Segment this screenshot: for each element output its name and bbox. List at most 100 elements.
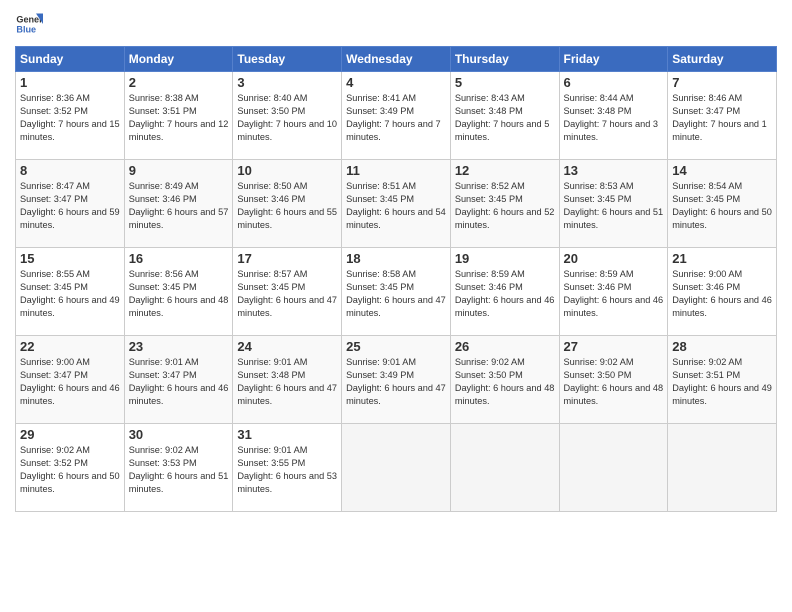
daylight-label: Daylight: 7 hours and 10 minutes. [237,119,337,142]
calendar-cell [668,424,777,512]
calendar-cell: 23 Sunrise: 9:01 AM Sunset: 3:47 PM Dayl… [124,336,233,424]
day-info: Sunrise: 9:02 AM Sunset: 3:50 PM Dayligh… [564,356,664,408]
sunrise-label: Sunrise: 9:01 AM [237,357,307,367]
day-info: Sunrise: 9:02 AM Sunset: 3:50 PM Dayligh… [455,356,555,408]
sunset-label: Sunset: 3:46 PM [129,194,197,204]
sunrise-label: Sunrise: 8:50 AM [237,181,307,191]
day-info: Sunrise: 8:50 AM Sunset: 3:46 PM Dayligh… [237,180,337,232]
day-info: Sunrise: 8:53 AM Sunset: 3:45 PM Dayligh… [564,180,664,232]
daylight-label: Daylight: 6 hours and 47 minutes. [346,383,446,406]
logo-icon: General Blue [15,10,43,38]
column-header-sunday: Sunday [16,47,125,72]
calendar-cell: 5 Sunrise: 8:43 AM Sunset: 3:48 PM Dayli… [450,72,559,160]
day-info: Sunrise: 8:51 AM Sunset: 3:45 PM Dayligh… [346,180,446,232]
calendar-cell: 12 Sunrise: 8:52 AM Sunset: 3:45 PM Dayl… [450,160,559,248]
day-info: Sunrise: 9:01 AM Sunset: 3:49 PM Dayligh… [346,356,446,408]
sunrise-label: Sunrise: 8:59 AM [455,269,525,279]
daylight-label: Daylight: 6 hours and 46 minutes. [129,383,229,406]
day-info: Sunrise: 8:54 AM Sunset: 3:45 PM Dayligh… [672,180,772,232]
day-info: Sunrise: 8:57 AM Sunset: 3:45 PM Dayligh… [237,268,337,320]
day-info: Sunrise: 8:43 AM Sunset: 3:48 PM Dayligh… [455,92,555,144]
day-info: Sunrise: 8:58 AM Sunset: 3:45 PM Dayligh… [346,268,446,320]
daylight-label: Daylight: 6 hours and 46 minutes. [20,383,120,406]
calendar-cell: 9 Sunrise: 8:49 AM Sunset: 3:46 PM Dayli… [124,160,233,248]
sunset-label: Sunset: 3:47 PM [20,194,88,204]
sunset-label: Sunset: 3:55 PM [237,458,305,468]
daylight-label: Daylight: 6 hours and 59 minutes. [20,207,120,230]
sunset-label: Sunset: 3:52 PM [20,458,88,468]
sunrise-label: Sunrise: 8:55 AM [20,269,90,279]
sunrise-label: Sunrise: 9:00 AM [20,357,90,367]
sunrise-label: Sunrise: 9:02 AM [20,445,90,455]
daylight-label: Daylight: 7 hours and 1 minute. [672,119,767,142]
sunrise-label: Sunrise: 9:01 AM [346,357,416,367]
daylight-label: Daylight: 6 hours and 55 minutes. [237,207,337,230]
sunrise-label: Sunrise: 8:57 AM [237,269,307,279]
column-header-thursday: Thursday [450,47,559,72]
calendar-cell: 7 Sunrise: 8:46 AM Sunset: 3:47 PM Dayli… [668,72,777,160]
day-number: 12 [455,163,555,178]
calendar-cell [450,424,559,512]
sunrise-label: Sunrise: 9:02 AM [672,357,742,367]
daylight-label: Daylight: 6 hours and 51 minutes. [564,207,664,230]
day-number: 19 [455,251,555,266]
sunset-label: Sunset: 3:50 PM [237,106,305,116]
day-number: 9 [129,163,229,178]
sunrise-label: Sunrise: 8:52 AM [455,181,525,191]
calendar-cell [342,424,451,512]
day-number: 16 [129,251,229,266]
sunset-label: Sunset: 3:45 PM [20,282,88,292]
sunrise-label: Sunrise: 8:41 AM [346,93,416,103]
daylight-label: Daylight: 7 hours and 15 minutes. [20,119,120,142]
day-number: 1 [20,75,120,90]
day-number: 3 [237,75,337,90]
daylight-label: Daylight: 6 hours and 51 minutes. [129,471,229,494]
day-number: 6 [564,75,664,90]
daylight-label: Daylight: 6 hours and 52 minutes. [455,207,555,230]
day-info: Sunrise: 9:01 AM Sunset: 3:55 PM Dayligh… [237,444,337,496]
daylight-label: Daylight: 6 hours and 50 minutes. [20,471,120,494]
calendar-header-row: SundayMondayTuesdayWednesdayThursdayFrid… [16,47,777,72]
calendar-table: SundayMondayTuesdayWednesdayThursdayFrid… [15,46,777,512]
sunrise-label: Sunrise: 9:02 AM [129,445,199,455]
day-number: 8 [20,163,120,178]
day-info: Sunrise: 8:44 AM Sunset: 3:48 PM Dayligh… [564,92,664,144]
sunrise-label: Sunrise: 8:51 AM [346,181,416,191]
calendar-body: 1 Sunrise: 8:36 AM Sunset: 3:52 PM Dayli… [16,72,777,512]
calendar-cell: 3 Sunrise: 8:40 AM Sunset: 3:50 PM Dayli… [233,72,342,160]
daylight-label: Daylight: 6 hours and 48 minutes. [455,383,555,406]
logo: General Blue [15,10,43,38]
sunset-label: Sunset: 3:45 PM [346,194,414,204]
sunset-label: Sunset: 3:45 PM [346,282,414,292]
daylight-label: Daylight: 6 hours and 49 minutes. [672,383,772,406]
sunset-label: Sunset: 3:52 PM [20,106,88,116]
sunset-label: Sunset: 3:47 PM [20,370,88,380]
calendar-cell: 21 Sunrise: 9:00 AM Sunset: 3:46 PM Dayl… [668,248,777,336]
daylight-label: Daylight: 6 hours and 48 minutes. [564,383,664,406]
sunset-label: Sunset: 3:51 PM [672,370,740,380]
day-number: 10 [237,163,337,178]
calendar-week-row: 15 Sunrise: 8:55 AM Sunset: 3:45 PM Dayl… [16,248,777,336]
daylight-label: Daylight: 7 hours and 12 minutes. [129,119,229,142]
sunset-label: Sunset: 3:51 PM [129,106,197,116]
sunrise-label: Sunrise: 8:44 AM [564,93,634,103]
day-info: Sunrise: 9:00 AM Sunset: 3:47 PM Dayligh… [20,356,120,408]
daylight-label: Daylight: 6 hours and 53 minutes. [237,471,337,494]
column-header-tuesday: Tuesday [233,47,342,72]
calendar-week-row: 22 Sunrise: 9:00 AM Sunset: 3:47 PM Dayl… [16,336,777,424]
calendar-cell: 19 Sunrise: 8:59 AM Sunset: 3:46 PM Dayl… [450,248,559,336]
calendar-cell: 24 Sunrise: 9:01 AM Sunset: 3:48 PM Dayl… [233,336,342,424]
day-number: 25 [346,339,446,354]
calendar-cell: 28 Sunrise: 9:02 AM Sunset: 3:51 PM Dayl… [668,336,777,424]
sunrise-label: Sunrise: 9:00 AM [672,269,742,279]
daylight-label: Daylight: 6 hours and 47 minutes. [346,295,446,318]
day-number: 15 [20,251,120,266]
calendar-cell: 16 Sunrise: 8:56 AM Sunset: 3:45 PM Dayl… [124,248,233,336]
calendar-cell: 30 Sunrise: 9:02 AM Sunset: 3:53 PM Dayl… [124,424,233,512]
day-info: Sunrise: 9:00 AM Sunset: 3:46 PM Dayligh… [672,268,772,320]
daylight-label: Daylight: 6 hours and 47 minutes. [237,383,337,406]
header: General Blue [15,10,777,38]
day-number: 17 [237,251,337,266]
sunset-label: Sunset: 3:48 PM [237,370,305,380]
sunset-label: Sunset: 3:45 PM [129,282,197,292]
